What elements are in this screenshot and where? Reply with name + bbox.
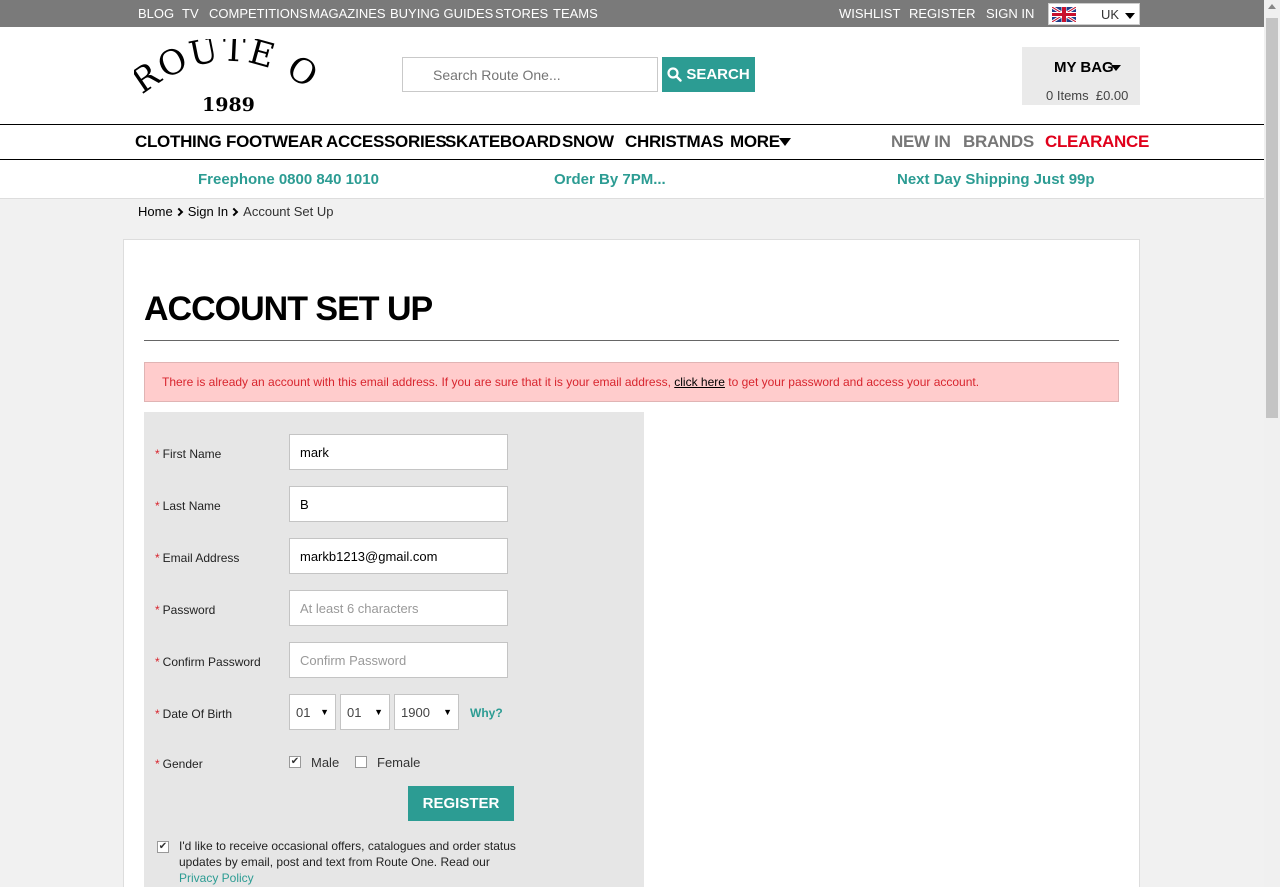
gender-male-label: Male — [311, 755, 340, 770]
title-divider — [144, 340, 1119, 341]
topbar-link-tv[interactable]: TV — [182, 6, 199, 21]
topbar-link-buying-guides[interactable]: BUYING GUIDES — [390, 6, 493, 21]
topbar-link-wishlist[interactable]: WISHLIST — [839, 6, 900, 21]
last-name-field[interactable] — [289, 486, 508, 522]
promo-strip: Freephone 0800 840 1010 Order By 7PM... … — [0, 160, 1264, 199]
locale-selector[interactable]: UK — [1048, 3, 1140, 25]
scroll-up-arrow-icon[interactable] — [1268, 4, 1276, 9]
svg-text:ROUTE ONE: ROUTE ONE — [134, 39, 324, 102]
register-button[interactable]: REGISTER — [408, 786, 514, 821]
optin-checkbox[interactable]: ✔ — [157, 841, 169, 853]
my-bag[interactable]: MY BAG 0 Items £0.00 — [1022, 47, 1140, 105]
site-header: ROUTE ONE 1989 SEARCH MY BAG 0 Items £0.… — [0, 8, 1264, 125]
confirm-password-field[interactable] — [289, 642, 508, 678]
nav-item-clothing[interactable]: CLOTHING — [135, 132, 222, 152]
promo-next-day-shipping[interactable]: Next Day Shipping Just 99p — [897, 171, 1095, 188]
breadcrumb: Home Sign In Account Set Up — [138, 204, 334, 219]
breadcrumb-home[interactable]: Home — [138, 204, 173, 219]
chevron-down-icon — [1125, 13, 1135, 19]
bag-title: MY BAG — [1054, 59, 1114, 76]
chevron-right-icon — [229, 207, 239, 217]
nav-item-christmas[interactable]: CHRISTMAS — [625, 132, 724, 152]
nav-item-more[interactable]: MORE — [730, 132, 780, 152]
email-field[interactable] — [289, 538, 508, 574]
logo-text: ROUTE ONE — [118, 8, 324, 102]
first-name-label: * First Name — [155, 447, 222, 461]
first-name-field[interactable] — [289, 434, 508, 470]
breadcrumb-current: Account Set Up — [243, 204, 334, 219]
scrollbar-thumb[interactable] — [1266, 18, 1278, 418]
last-name-label: * Last Name — [155, 499, 221, 513]
breadcrumb-sign-in[interactable]: Sign In — [188, 204, 228, 219]
nav-item-new-in[interactable]: NEW IN — [891, 132, 951, 152]
page-scrollbar[interactable] — [1264, 0, 1280, 887]
chevron-right-icon — [174, 207, 183, 217]
topbar-link-magazines[interactable]: MAGAZINES — [309, 6, 386, 21]
dob-year-select[interactable]: 1900 ▼ — [394, 694, 459, 730]
search-button-label: SEARCH — [686, 66, 750, 83]
topbar-link-blog[interactable]: BLOG — [138, 6, 174, 21]
password-field[interactable] — [289, 590, 508, 626]
gender-label: * Gender — [155, 757, 203, 771]
search-button[interactable]: SEARCH — [662, 57, 755, 92]
topbar-link-stores[interactable]: STORES — [495, 6, 548, 21]
promo-freephone[interactable]: Freephone 0800 840 1010 — [198, 171, 379, 188]
confirm-password-label: * Confirm Password — [155, 655, 261, 669]
optin-text: I'd like to receive occasional offers, c… — [179, 839, 516, 885]
nav-item-brands[interactable]: BRANDS — [963, 132, 1034, 152]
alert-click-here-link[interactable]: click here — [674, 375, 725, 389]
chevron-down-icon — [1111, 65, 1121, 71]
topbar-link-teams[interactable]: TEAMS — [553, 6, 598, 21]
alert-text-before: There is already an account with this em… — [162, 375, 675, 389]
dropdown-arrow-icon: ▼ — [443, 707, 452, 717]
dropdown-arrow-icon: ▼ — [320, 707, 329, 717]
route-one-logo[interactable]: ROUTE ONE 1989 — [118, 8, 324, 117]
dob-day-select[interactable]: 01 ▼ — [289, 694, 336, 730]
gender-female-checkbox[interactable] — [355, 756, 367, 768]
promo-order-by[interactable]: Order By 7PM... — [554, 171, 666, 188]
nav-item-footwear[interactable]: FOOTWEAR — [226, 132, 323, 152]
email-label: * Email Address — [155, 551, 240, 565]
dropdown-arrow-icon: ▼ — [374, 707, 383, 717]
topbar-link-competitions[interactable]: COMPETITIONS — [209, 6, 308, 21]
dob-label: * Date Of Birth — [155, 707, 233, 721]
topbar-link-sign-in[interactable]: SIGN IN — [986, 6, 1034, 21]
caret-down-icon — [779, 138, 791, 146]
nav-item-skateboard[interactable]: SKATEBOARD — [445, 132, 561, 152]
search-icon — [667, 67, 683, 82]
main-navigation: CLOTHING FOOTWEAR ACCESSORIES SKATEBOARD… — [0, 124, 1264, 160]
search-input[interactable] — [402, 57, 658, 92]
logo-year: 1989 — [202, 94, 255, 116]
dob-month-select[interactable]: 01 ▼ — [340, 694, 390, 730]
bag-summary: 0 Items £0.00 — [1046, 88, 1129, 103]
error-alert: There is already an account with this em… — [144, 362, 1119, 402]
locale-label: UK — [1101, 7, 1120, 22]
topbar-link-register[interactable]: REGISTER — [909, 6, 975, 21]
nav-item-accessories[interactable]: ACCESSORIES — [326, 132, 447, 152]
gender-female-label: Female — [377, 755, 421, 770]
uk-flag-icon — [1052, 7, 1076, 22]
privacy-policy-link[interactable]: Privacy Policy — [179, 871, 254, 885]
alert-text-after: to get your password and access your acc… — [724, 375, 980, 389]
page-title: ACCOUNT SET UP — [144, 290, 433, 328]
gender-male-checkbox[interactable]: ✔ — [289, 756, 301, 768]
top-utility-bar: BLOG TV COMPETITIONS MAGAZINES BUYING GU… — [0, 0, 1264, 27]
nav-item-snow[interactable]: SNOW — [562, 132, 614, 152]
nav-item-clearance[interactable]: CLEARANCE — [1045, 132, 1149, 152]
dob-why-link[interactable]: Why? — [470, 706, 503, 720]
password-label: * Password — [155, 603, 216, 617]
